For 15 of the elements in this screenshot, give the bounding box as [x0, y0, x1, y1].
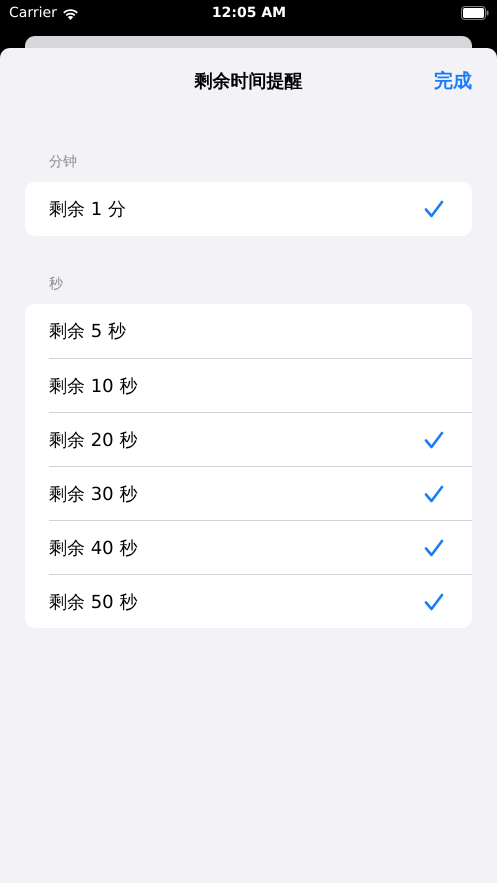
carrier-label: Carrier: [9, 5, 57, 21]
section-header: 分钟: [49, 153, 78, 172]
option-row[interactable]: 剩余 1 分: [49, 182, 472, 236]
option-row[interactable]: 剩余 10 秒: [49, 358, 472, 412]
option-row[interactable]: 剩余 40 秒: [49, 520, 472, 574]
section-header: 秒: [49, 275, 64, 294]
option-row[interactable]: 剩余 30 秒: [49, 466, 472, 520]
sheet-title: 剩余时间提醒: [194, 70, 302, 93]
wifi-icon: [62, 6, 79, 20]
battery-icon: [461, 6, 489, 20]
option-row[interactable]: 剩余 20 秒: [49, 412, 472, 466]
option-row[interactable]: 剩余 5 秒: [49, 304, 472, 358]
option-row[interactable]: 剩余 50 秒: [49, 574, 472, 628]
clock-time: 12:05 AM: [212, 5, 286, 21]
done-button[interactable]: 完成: [434, 68, 472, 94]
